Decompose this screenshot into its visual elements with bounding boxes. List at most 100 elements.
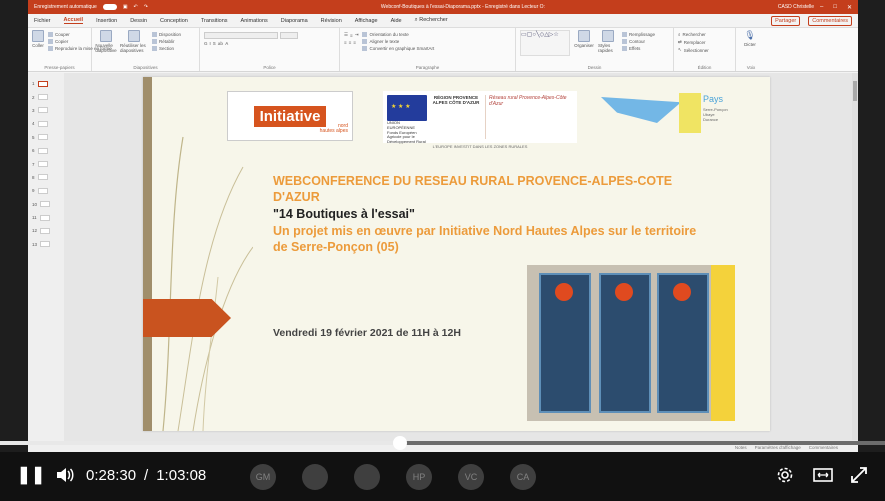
fullscreen-icon[interactable] bbox=[847, 465, 871, 485]
video-progress-bar[interactable] bbox=[0, 436, 885, 450]
tab-animations[interactable]: Animations bbox=[241, 18, 268, 24]
find-button[interactable]: ⌕ Rechercher bbox=[678, 32, 709, 37]
tab-fichier[interactable]: Fichier bbox=[34, 18, 51, 24]
redo-icon[interactable]: ↷ bbox=[144, 4, 148, 10]
share-button[interactable]: Partager bbox=[771, 15, 801, 26]
align-right-icon[interactable]: ≡ bbox=[353, 40, 356, 45]
thumbnail-item[interactable]: 12 bbox=[28, 224, 64, 237]
align-left-icon[interactable]: ≡ bbox=[344, 40, 347, 45]
save-icon[interactable]: ▣ bbox=[123, 4, 128, 10]
search-box[interactable]: ⌕ Rechercher bbox=[415, 17, 448, 24]
thumbnail-item[interactable]: 13 bbox=[28, 238, 64, 251]
text-direction-button[interactable]: Orientation du texte bbox=[362, 32, 434, 37]
thumbnail-item[interactable]: 3 bbox=[28, 104, 64, 117]
thumbnail-item[interactable]: 5 bbox=[28, 131, 64, 144]
editing-group-label: Édition bbox=[697, 65, 712, 70]
close-icon[interactable]: ✕ bbox=[847, 4, 852, 11]
undo-icon[interactable]: ↶ bbox=[134, 4, 138, 10]
thumbnail-item[interactable]: 10 bbox=[28, 198, 64, 211]
font-size-select[interactable] bbox=[280, 32, 298, 39]
eu-flag-icon bbox=[387, 95, 427, 121]
tab-revision[interactable]: Révision bbox=[321, 18, 342, 24]
bullets-icon[interactable]: ☰ bbox=[344, 32, 348, 38]
font-controls: G I S ab A bbox=[204, 30, 335, 69]
volume-icon[interactable] bbox=[52, 467, 78, 483]
tab-accueil[interactable]: Accueil bbox=[63, 17, 84, 24]
new-slide-icon bbox=[100, 30, 112, 42]
paste-button[interactable]: Coller bbox=[32, 30, 44, 69]
underline-icon[interactable]: S bbox=[213, 41, 216, 46]
effects-icon bbox=[622, 46, 627, 51]
pause-icon[interactable]: ❚❚ bbox=[17, 465, 46, 485]
smartart-button[interactable]: Convertir en graphique SmartArt bbox=[362, 46, 434, 51]
shapes-gallery[interactable]: ▭▢○╲◇△▷☆ bbox=[520, 30, 570, 56]
initiative-logo-text: Initiative bbox=[253, 105, 327, 127]
layout-button[interactable]: Disposition bbox=[152, 32, 181, 37]
thumbnail-item[interactable]: 11 bbox=[28, 211, 64, 224]
user-name[interactable]: CASD Christelle bbox=[778, 4, 814, 10]
tab-transitions[interactable]: Transitions bbox=[201, 18, 228, 24]
slide-thumbnails: 1 2 3 4 5 6 7 8 9 10 11 12 13 bbox=[28, 73, 64, 452]
vertical-scrollbar[interactable] bbox=[852, 73, 858, 440]
replace-button[interactable]: ⇄ Remplacer bbox=[678, 39, 709, 45]
font-color-icon[interactable]: A bbox=[225, 41, 228, 46]
effects-button[interactable]: Effets bbox=[622, 46, 655, 51]
new-slide-button[interactable]: Nouvelle diapositive bbox=[95, 30, 117, 69]
scissors-icon bbox=[48, 32, 53, 37]
settings-gear-icon[interactable] bbox=[773, 466, 797, 484]
display-settings-button[interactable]: Paramètres d'affichage bbox=[755, 445, 801, 450]
tab-diaporama[interactable]: Diaporama bbox=[281, 18, 308, 24]
slide-title: WEBCONFERENCE DU RESEAU RURAL PROVENCE-A… bbox=[273, 174, 673, 205]
tab-dessin[interactable]: Dessin bbox=[130, 18, 147, 24]
scrollbar-thumb[interactable] bbox=[853, 81, 857, 101]
tab-affichage[interactable]: Affichage bbox=[355, 18, 378, 24]
slide-quote-title: "14 Boutiques à l'essai" bbox=[273, 207, 415, 221]
replace-icon: ⇄ bbox=[678, 39, 682, 44]
time-separator: / bbox=[144, 466, 149, 484]
italic-icon[interactable]: I bbox=[210, 41, 211, 46]
comments-button[interactable]: Commentaires bbox=[808, 15, 852, 26]
thumbnail-number: 12 bbox=[32, 228, 38, 234]
align-text-button[interactable]: Aligner le texte bbox=[362, 39, 434, 44]
reuse-slides-button[interactable]: Réutiliser les diapositives bbox=[120, 30, 148, 69]
tab-conception[interactable]: Conception bbox=[160, 18, 188, 24]
dictate-button[interactable]: 🎙 Dicter bbox=[740, 30, 760, 69]
font-group-label: Police bbox=[263, 65, 276, 70]
font-family-select[interactable] bbox=[204, 32, 278, 39]
tab-aide[interactable]: Aide bbox=[391, 18, 402, 24]
bold-icon[interactable]: G bbox=[204, 41, 208, 46]
thumbnail-item[interactable]: 4 bbox=[28, 117, 64, 130]
indent-icon[interactable]: ⇥ bbox=[355, 32, 359, 38]
strike-icon[interactable]: ab bbox=[218, 41, 223, 46]
numbering-icon[interactable]: ≡ bbox=[350, 33, 353, 38]
text-direction-label: Orientation du texte bbox=[369, 32, 409, 37]
section-button[interactable]: Section bbox=[152, 46, 181, 51]
window-controls: – □ ✕ bbox=[820, 4, 852, 11]
progress-scrubber[interactable] bbox=[393, 436, 408, 450]
maximize-icon[interactable]: □ bbox=[833, 4, 837, 11]
notes-button[interactable]: Notes bbox=[735, 445, 747, 450]
align-center-icon[interactable]: ≡ bbox=[349, 40, 352, 45]
thumbnail-item[interactable]: 1 bbox=[28, 77, 64, 90]
autosave-toggle[interactable] bbox=[102, 4, 117, 10]
text-direction-icon bbox=[362, 32, 368, 37]
slide-canvas[interactable]: Initiative nord hautes alpes UNION EUROP… bbox=[143, 77, 770, 431]
minimize-icon[interactable]: – bbox=[820, 4, 823, 11]
select-button[interactable]: ↖ Sélectionner bbox=[678, 47, 709, 53]
thumbnail-number: 8 bbox=[32, 174, 35, 180]
quick-styles-button[interactable]: Styles rapides bbox=[598, 30, 618, 69]
theater-mode-icon[interactable] bbox=[811, 468, 835, 482]
list-buttons-row: ☰ ≡ ⇥ bbox=[344, 32, 358, 38]
arrange-button[interactable]: Organiser bbox=[574, 30, 594, 69]
thumbnail-number: 4 bbox=[32, 121, 35, 127]
thumbnail-item[interactable]: 2 bbox=[28, 90, 64, 103]
thumbnail-item[interactable]: 9 bbox=[28, 184, 64, 197]
fill-button[interactable]: Remplissage bbox=[622, 32, 655, 37]
outline-button[interactable]: Contour bbox=[622, 39, 655, 44]
thumbnail-item[interactable]: 6 bbox=[28, 144, 64, 157]
reset-button[interactable]: Rétablir bbox=[152, 39, 181, 44]
thumbnail-item[interactable]: 8 bbox=[28, 171, 64, 184]
tab-insertion[interactable]: Insertion bbox=[96, 18, 117, 24]
thumbnail-item[interactable]: 7 bbox=[28, 157, 64, 170]
status-comments-button[interactable]: Commentaires bbox=[809, 445, 838, 450]
